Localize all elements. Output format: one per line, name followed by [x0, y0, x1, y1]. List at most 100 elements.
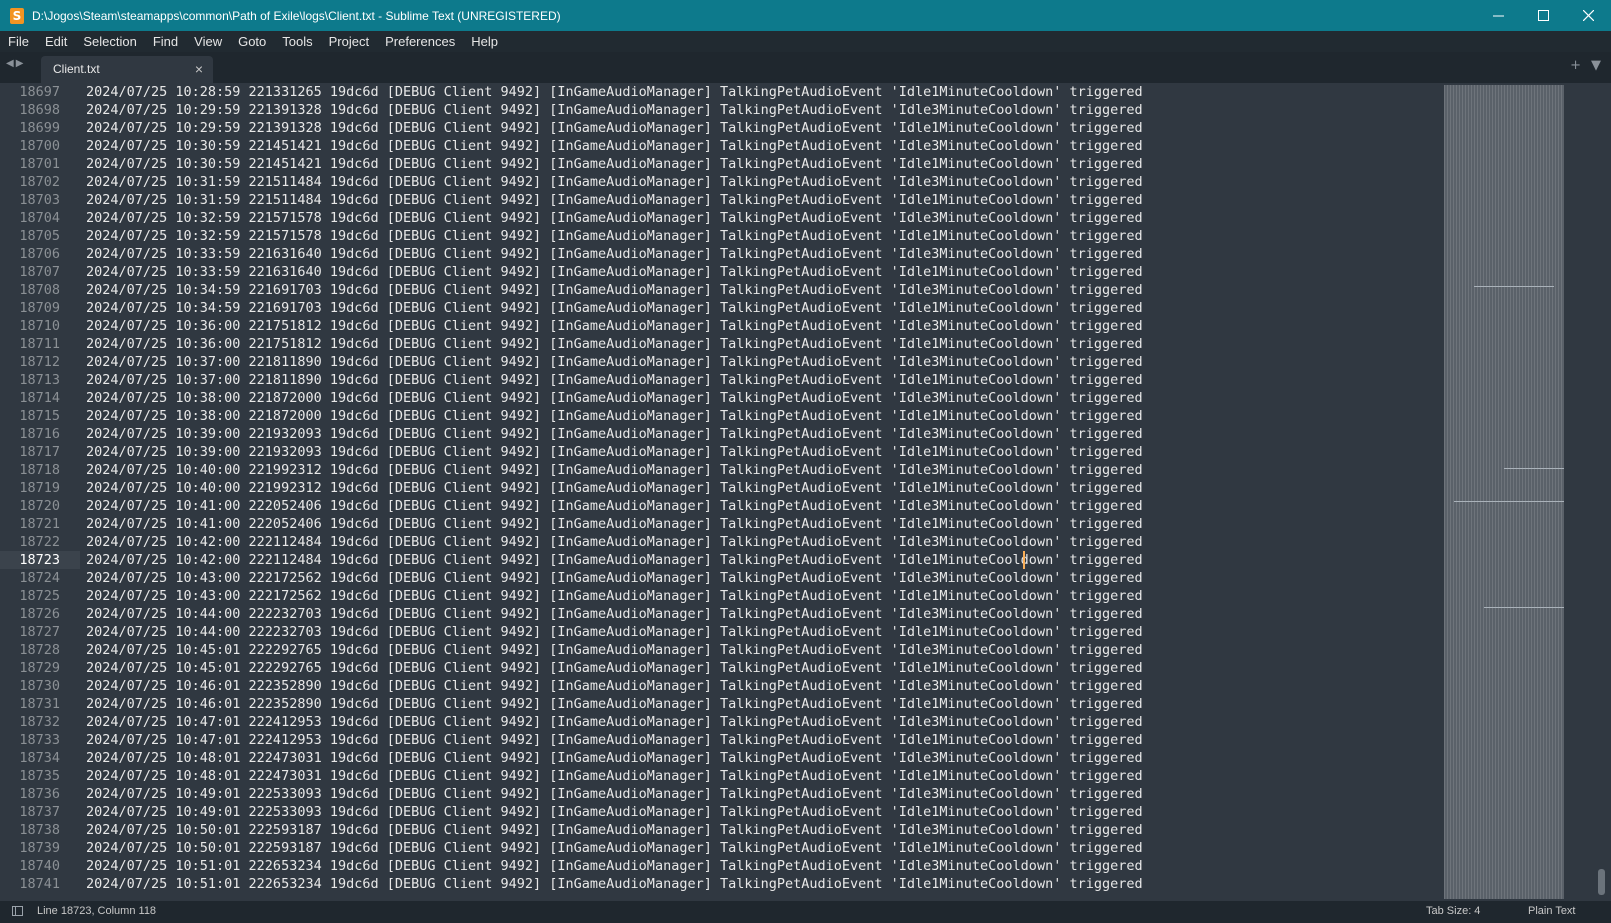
code-line[interactable]: 2024/07/25 10:47:01 222412953 19dc6d [DE… [86, 713, 1436, 731]
code-line[interactable]: 2024/07/25 10:33:59 221631640 19dc6d [DE… [86, 245, 1436, 263]
code-line[interactable]: 2024/07/25 10:50:01 222593187 19dc6d [DE… [86, 839, 1436, 857]
tab-actions: + ▼ [1570, 58, 1601, 73]
code-line[interactable]: 2024/07/25 10:31:59 221511484 19dc6d [DE… [86, 191, 1436, 209]
close-icon [1583, 10, 1594, 21]
code-line[interactable]: 2024/07/25 10:49:01 222533093 19dc6d [DE… [86, 785, 1436, 803]
line-number: 18730 [19, 678, 60, 694]
menu-file[interactable]: File [0, 34, 37, 49]
code-line[interactable]: 2024/07/25 10:38:00 221872000 19dc6d [DE… [86, 389, 1436, 407]
menu-project[interactable]: Project [321, 34, 377, 49]
line-number: 18724 [19, 570, 60, 586]
line-number: 18698 [19, 102, 60, 118]
code-line[interactable]: 2024/07/25 10:47:01 222412953 19dc6d [DE… [86, 731, 1436, 749]
code-line[interactable]: 2024/07/25 10:41:00 222052406 19dc6d [DE… [86, 497, 1436, 515]
code-line[interactable]: 2024/07/25 10:51:01 222653234 19dc6d [DE… [86, 857, 1436, 875]
tab-list-icon[interactable]: ▼ [1591, 58, 1601, 73]
code-line[interactable]: 2024/07/25 10:46:01 222352890 19dc6d [DE… [86, 695, 1436, 713]
line-number: 18703 [19, 192, 60, 208]
menu-view[interactable]: View [186, 34, 230, 49]
code-line[interactable]: 2024/07/25 10:48:01 222473031 19dc6d [DE… [86, 767, 1436, 785]
cursor-position: Line 18723, Column 118 [37, 905, 157, 917]
tab-close-icon[interactable]: × [195, 61, 203, 77]
code-line[interactable]: 2024/07/25 10:33:59 221631640 19dc6d [DE… [86, 263, 1436, 281]
code-line[interactable]: 2024/07/25 10:39:00 221932093 19dc6d [DE… [86, 443, 1436, 461]
line-number: 18721 [19, 516, 60, 532]
menu-edit[interactable]: Edit [37, 34, 75, 49]
code-line[interactable]: 2024/07/25 10:42:00 222112484 19dc6d [DE… [86, 551, 1436, 569]
code-line[interactable]: 2024/07/25 10:42:00 222112484 19dc6d [DE… [86, 533, 1436, 551]
code-line[interactable]: 2024/07/25 10:45:01 222292765 19dc6d [DE… [86, 659, 1436, 677]
code-line[interactable]: 2024/07/25 10:45:01 222292765 19dc6d [DE… [86, 641, 1436, 659]
tab-back-icon[interactable]: ◀ [6, 58, 14, 69]
code-line[interactable]: 2024/07/25 10:40:00 221992312 19dc6d [DE… [86, 479, 1436, 497]
editor-area[interactable]: 18697 18698 18699 18700 18701 18702 18703 18704… [0, 83, 1611, 901]
code-line[interactable]: 2024/07/25 10:49:01 222533093 19dc6d [DE… [86, 803, 1436, 821]
code-line[interactable]: 2024/07/25 10:38:00 221872000 19dc6d [DE… [86, 407, 1436, 425]
code-line[interactable]: 2024/07/25 10:34:59 221691703 19dc6d [DE… [86, 281, 1436, 299]
close-button[interactable] [1566, 0, 1611, 31]
line-number: 18727 [19, 624, 60, 640]
new-tab-icon[interactable]: + [1570, 58, 1581, 73]
line-number: 18705 [19, 228, 60, 244]
tab-client-txt[interactable]: Client.txt × [41, 56, 213, 83]
sublime-text-icon: S [10, 7, 24, 24]
menu-bar: File Edit Selection Find View Goto Tools… [0, 31, 1611, 52]
code-line[interactable]: 2024/07/25 10:48:01 222473031 19dc6d [DE… [86, 749, 1436, 767]
code-line[interactable]: 2024/07/25 10:36:00 221751812 19dc6d [DE… [86, 317, 1436, 335]
maximize-button[interactable] [1521, 0, 1566, 31]
code-line[interactable]: 2024/07/25 10:29:59 221391328 19dc6d [DE… [86, 119, 1436, 137]
minimap-viewport[interactable] [1444, 85, 1564, 899]
menu-preferences[interactable]: Preferences [377, 34, 463, 49]
line-number: 18711 [19, 336, 60, 352]
code-line[interactable]: 2024/07/25 10:29:59 221391328 19dc6d [DE… [86, 101, 1436, 119]
code-line[interactable]: 2024/07/25 10:31:59 221511484 19dc6d [DE… [86, 173, 1436, 191]
code-line[interactable]: 2024/07/25 10:37:00 221811890 19dc6d [DE… [86, 371, 1436, 389]
line-number: 18733 [19, 732, 60, 748]
minimize-button[interactable] [1476, 0, 1521, 31]
code-line[interactable]: 2024/07/25 10:30:59 221451421 19dc6d [DE… [86, 155, 1436, 173]
vertical-scrollbar[interactable] [1597, 83, 1607, 901]
tab-navigation: ◀ ▶ [6, 58, 23, 69]
menu-find[interactable]: Find [145, 34, 186, 49]
line-number: 18700 [19, 138, 60, 154]
code-line[interactable]: 2024/07/25 10:32:59 221571578 19dc6d [DE… [86, 227, 1436, 245]
code-line[interactable]: 2024/07/25 10:46:01 222352890 19dc6d [DE… [86, 677, 1436, 695]
menu-tools[interactable]: Tools [274, 34, 320, 49]
menu-help[interactable]: Help [463, 34, 506, 49]
line-number: 18701 [19, 156, 60, 172]
code-line[interactable]: 2024/07/25 10:39:00 221932093 19dc6d [DE… [86, 425, 1436, 443]
line-number: 18736 [19, 786, 60, 802]
code-line[interactable]: 2024/07/25 10:44:00 222232703 19dc6d [DE… [86, 605, 1436, 623]
code-line[interactable]: 2024/07/25 10:30:59 221451421 19dc6d [DE… [86, 137, 1436, 155]
window-title: D:\Jogos\Steam\steamapps\common\Path of … [32, 8, 561, 23]
syntax-indicator[interactable]: Plain Text [1528, 905, 1576, 917]
code-line[interactable]: 2024/07/25 10:34:59 221691703 19dc6d [DE… [86, 299, 1436, 317]
scrollbar-thumb[interactable] [1598, 869, 1605, 895]
line-number: 18704 [19, 210, 60, 226]
menu-selection[interactable]: Selection [75, 34, 144, 49]
maximize-icon [1538, 10, 1549, 21]
tab-forward-icon[interactable]: ▶ [16, 58, 24, 69]
code-line[interactable]: 2024/07/25 10:36:00 221751812 19dc6d [DE… [86, 335, 1436, 353]
line-number: 18706 [19, 246, 60, 262]
line-number: 18739 [19, 840, 60, 856]
code-line[interactable]: 2024/07/25 10:41:00 222052406 19dc6d [DE… [86, 515, 1436, 533]
code-line[interactable]: 2024/07/25 10:50:01 222593187 19dc6d [DE… [86, 821, 1436, 839]
line-number: 18737 [19, 804, 60, 820]
code-line[interactable]: 2024/07/25 10:43:00 222172562 19dc6d [DE… [86, 569, 1436, 587]
code-line[interactable]: 2024/07/25 10:44:00 222232703 19dc6d [DE… [86, 623, 1436, 641]
tab-size-indicator[interactable]: Tab Size: 4 [1426, 905, 1480, 917]
code-line[interactable]: 2024/07/25 10:37:00 221811890 19dc6d [DE… [86, 353, 1436, 371]
line-number: 18723 [0, 551, 80, 569]
code-view[interactable]: 2024/07/25 10:28:59 221331265 19dc6d [DE… [86, 83, 1436, 901]
menu-goto[interactable]: Goto [230, 34, 274, 49]
line-number: 18699 [19, 120, 60, 136]
sidebar-toggle-icon[interactable] [12, 906, 23, 916]
code-line[interactable]: 2024/07/25 10:28:59 221331265 19dc6d [DE… [86, 83, 1436, 101]
code-line[interactable]: 2024/07/25 10:40:00 221992312 19dc6d [DE… [86, 461, 1436, 479]
code-line[interactable]: 2024/07/25 10:43:00 222172562 19dc6d [DE… [86, 587, 1436, 605]
line-number: 18702 [19, 174, 60, 190]
line-number-gutter: 18697 18698 18699 18700 18701 18702 18703 18704… [0, 83, 80, 901]
code-line[interactable]: 2024/07/25 10:32:59 221571578 19dc6d [DE… [86, 209, 1436, 227]
code-line[interactable]: 2024/07/25 10:51:01 222653234 19dc6d [DE… [86, 875, 1436, 893]
